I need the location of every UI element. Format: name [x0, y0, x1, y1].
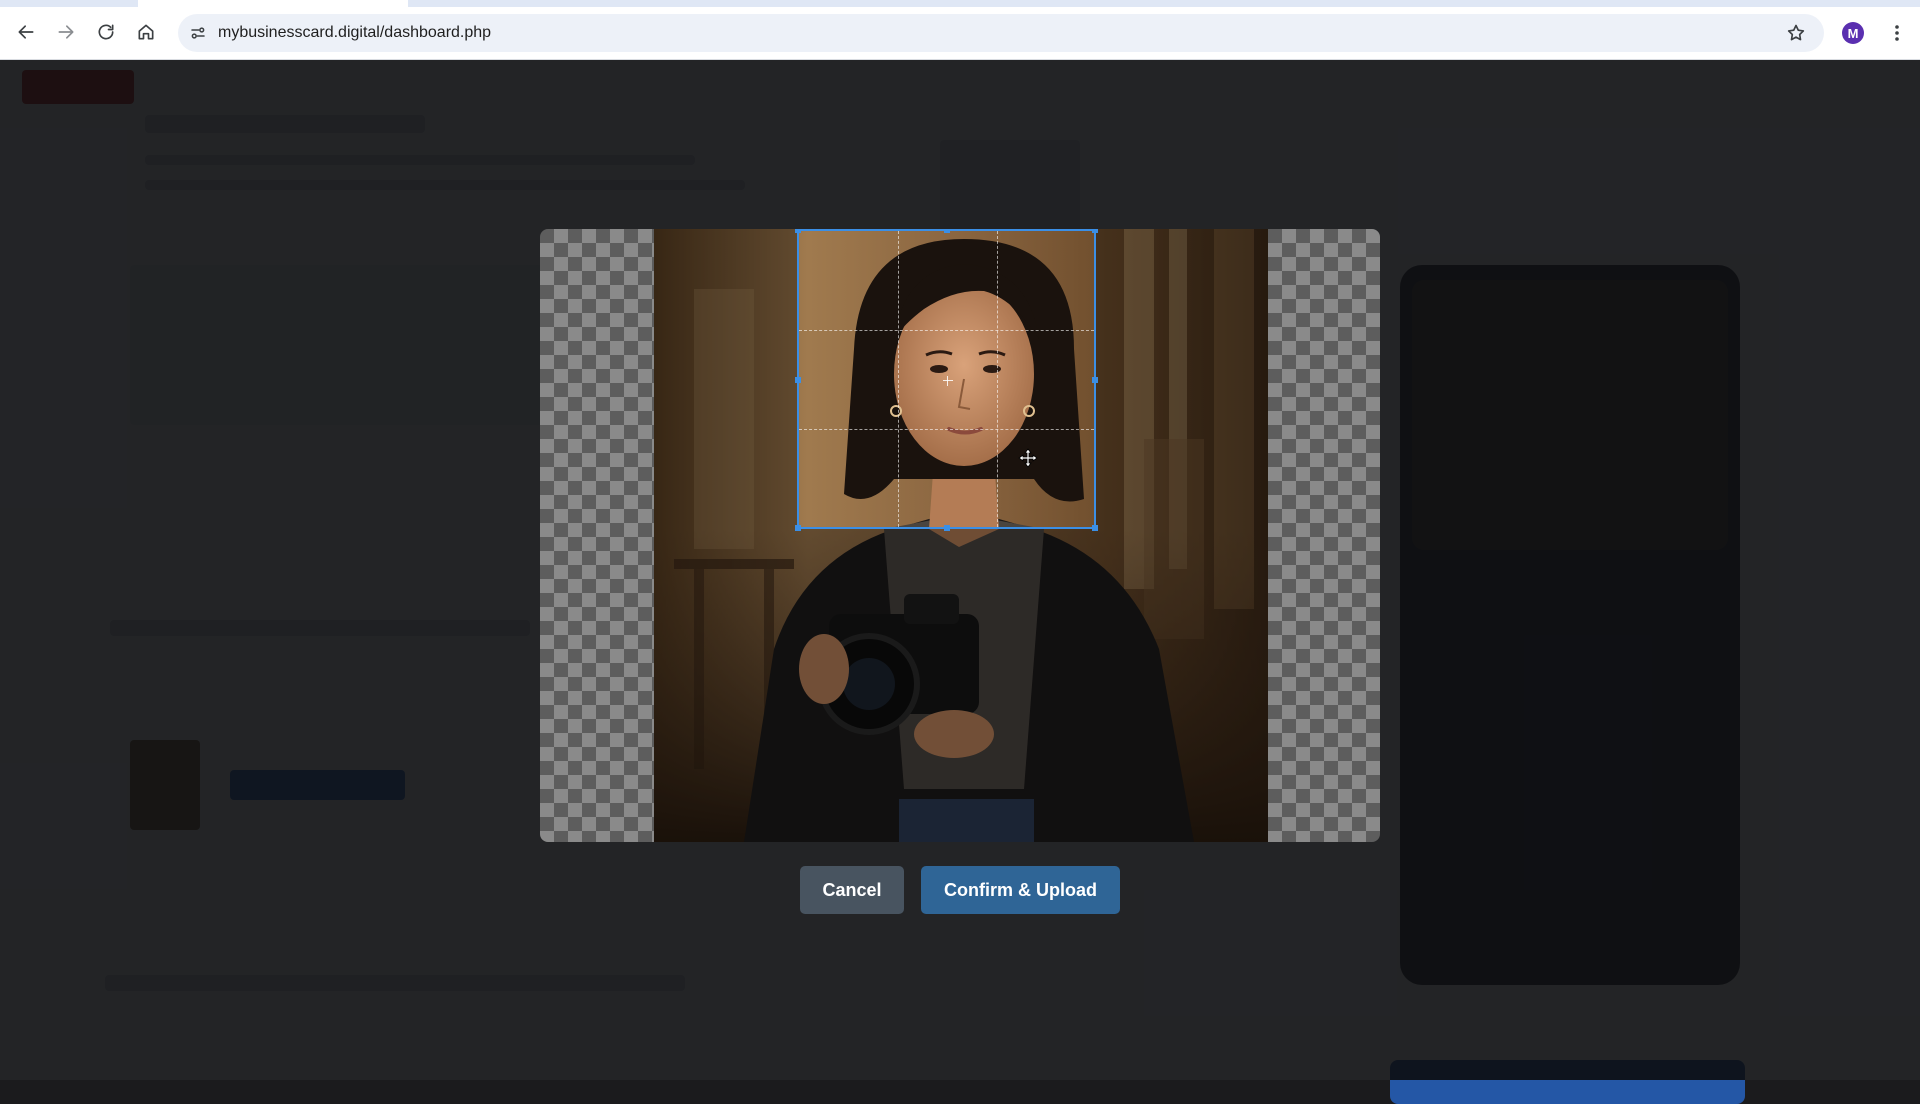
- forward-button[interactable]: [52, 18, 80, 46]
- address-bar[interactable]: mybusinesscard.digital/dashboard.php: [178, 14, 1824, 52]
- back-button[interactable]: [12, 18, 40, 46]
- crop-shade-left: [654, 229, 797, 529]
- cancel-button[interactable]: Cancel: [800, 866, 904, 914]
- crop-handle-s[interactable]: [944, 525, 950, 531]
- reload-icon: [98, 24, 114, 40]
- tab-strip: [0, 0, 1920, 7]
- forward-arrow-icon: [58, 25, 74, 39]
- crop-handle-w[interactable]: [795, 377, 801, 383]
- crop-shade-bottom: [654, 529, 1268, 842]
- image-cropper[interactable]: [540, 229, 1380, 842]
- crop-selection-box[interactable]: [795, 229, 1098, 531]
- crop-guide-line: [799, 330, 1094, 331]
- browser-menu-button[interactable]: [1885, 20, 1909, 46]
- url-text[interactable]: mybusinesscard.digital/dashboard.php: [218, 24, 491, 42]
- active-tab[interactable]: [138, 0, 408, 7]
- kebab-menu-icon: [1895, 25, 1899, 41]
- crop-handle-ne[interactable]: [1092, 229, 1098, 233]
- crop-handle-sw[interactable]: [795, 525, 801, 531]
- reload-button[interactable]: [92, 18, 120, 46]
- crop-handle-se[interactable]: [1092, 525, 1098, 531]
- bookmark-star-icon[interactable]: [1784, 21, 1808, 45]
- crop-guide-line: [799, 429, 1094, 430]
- profile-avatar[interactable]: M: [1842, 22, 1864, 44]
- crop-guide-line: [898, 231, 899, 527]
- crop-shade-right: [1096, 229, 1268, 529]
- crop-guide-line: [997, 231, 998, 527]
- move-cursor-icon: [1018, 448, 1038, 468]
- browser-toolbar: mybusinesscard.digital/dashboard.php M: [0, 0, 1920, 60]
- site-info-icon[interactable]: [186, 21, 210, 45]
- crop-handle-n[interactable]: [944, 229, 950, 233]
- home-icon: [138, 24, 154, 40]
- crop-handle-e[interactable]: [1092, 377, 1098, 383]
- confirm-upload-button[interactable]: Confirm & Upload: [921, 866, 1120, 914]
- profile-initial: M: [1847, 25, 1859, 41]
- crop-handle-nw[interactable]: [795, 229, 801, 233]
- home-button[interactable]: [132, 18, 160, 46]
- back-arrow-icon: [18, 25, 34, 39]
- crop-center-marker: [943, 376, 953, 386]
